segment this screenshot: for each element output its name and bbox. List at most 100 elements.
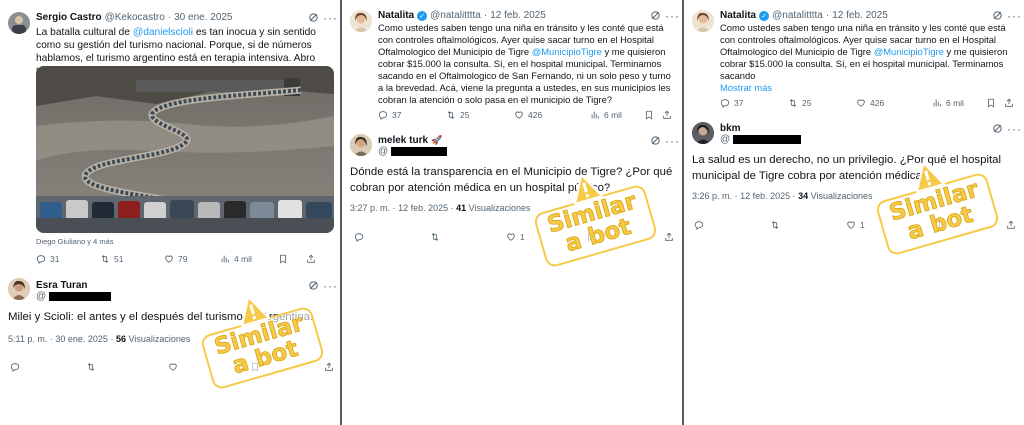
bookmark-button[interactable] [278,254,306,264]
like-button[interactable]: 426 [514,110,590,120]
more-options-icon[interactable]: ··· [1007,123,1022,135]
avatar[interactable] [8,12,30,34]
author-name[interactable]: Sergio Castro [36,12,102,23]
heart-icon [856,98,866,108]
reply-date[interactable]: 12 feb. 2025 [740,191,790,201]
tweet-text: Como ustedes saben tengo una niña en trá… [720,22,1018,94]
views-count: 4 mil [234,254,252,264]
reply-icon [720,98,730,108]
mention-link[interactable]: @MunicipioTigre [532,46,602,57]
like-count: 426 [870,98,885,108]
action-bar: 37 25 426 6 mil [720,98,1018,108]
tweet-date[interactable]: 30 ene. 2025 [174,12,232,23]
reply-date[interactable]: 30 ene. 2025 [55,334,108,344]
author-handle[interactable]: @ [378,146,388,157]
tweet-date[interactable]: 12 feb. 2025 [490,10,546,21]
more-options-icon[interactable]: ··· [323,280,338,292]
retweet-button[interactable]: 25 [446,110,514,120]
avatar[interactable] [350,10,372,32]
views-icon [932,98,942,108]
reply-time[interactable]: 3:26 p. m. [692,191,732,201]
reply-time[interactable]: 3:27 p. m. [350,203,390,213]
reply-time[interactable]: 5:11 p. m. [8,334,47,344]
reply-button[interactable] [694,220,770,230]
retweet-button[interactable] [430,232,506,242]
grok-icon[interactable] [308,280,319,291]
reply-button[interactable] [354,232,430,242]
retweet-button[interactable] [770,220,846,230]
like-button[interactable]: 79 [164,254,220,264]
author-handle[interactable]: @ [720,134,730,145]
reply-button[interactable]: 37 [720,98,788,108]
bookmark-button[interactable] [986,98,1004,108]
share-button[interactable] [324,362,334,372]
retweet-button[interactable]: 51 [100,254,164,264]
tweet-header: Sergio Castro @Kekocastro · 30 ene. 2025 [36,12,233,23]
like-button[interactable]: 426 [856,98,932,108]
grok-icon[interactable] [650,135,661,146]
reply-button[interactable] [10,362,86,372]
redaction-bar [391,147,448,156]
share-icon [1004,98,1014,108]
like-count: 1 [520,232,525,242]
reply-count: 37 [734,98,744,108]
share-button[interactable] [1004,98,1014,108]
share-button[interactable] [1006,220,1016,230]
photo-caption[interactable]: Diego Giuliano y 4 más [36,237,114,246]
views-button[interactable]: 4 mil [220,254,278,264]
retweet-icon [446,110,456,120]
action-bar: 31 51 79 4 mil [36,254,334,264]
reply-button[interactable]: 37 [378,110,446,120]
reply-date[interactable]: 12 feb. 2025 [398,203,448,213]
reply-icon [378,110,388,120]
share-button[interactable] [306,254,316,264]
similar-a-bot-stamp: Similar a bot [874,171,1001,257]
tweet-date[interactable]: 12 feb. 2025 [832,10,888,21]
author-name[interactable]: melek turk [378,135,428,146]
author-name[interactable]: bkm [720,123,741,134]
reply-button[interactable]: 31 [36,254,100,264]
views-button[interactable]: 6 mil [932,98,986,108]
mention-link[interactable]: @danielscioli [133,27,193,38]
avatar[interactable] [692,10,714,32]
more-options-icon[interactable]: ··· [665,135,680,147]
panel-2: Natalita ✓ @natalitttta · 12 feb. 2025 ·… [342,0,682,425]
more-options-icon[interactable]: ··· [1007,10,1022,22]
avatar[interactable] [692,122,714,144]
mention-link[interactable]: @MunicipioTigre [874,46,944,57]
separator-dot: · [450,203,454,213]
show-more-link[interactable]: Mostrar más [720,82,772,93]
author-handle[interactable]: @natalitttta [430,10,481,21]
author-name[interactable]: Esra Turan [36,280,88,291]
views-count: 56 [115,334,126,344]
retweet-button[interactable]: 25 [788,98,856,108]
bookmark-button[interactable] [644,110,662,120]
share-button[interactable] [664,232,674,242]
author-name[interactable]: Natalita [720,10,756,21]
grok-icon[interactable] [308,12,319,23]
author-handle[interactable]: @natalitttta [772,10,823,21]
grok-icon[interactable] [650,10,661,21]
more-options-icon[interactable]: ··· [323,12,338,24]
views-button[interactable]: 6 mil [590,110,644,120]
reply-icon [354,232,364,242]
bookmark-icon [644,110,654,120]
grok-icon[interactable] [992,10,1003,21]
avatar[interactable] [350,134,372,156]
author-handle[interactable]: @ [36,291,46,302]
views-icon [220,254,230,264]
mountain-road-image [36,66,334,233]
grok-icon[interactable] [992,123,1003,134]
views-count: 6 mil [604,110,622,120]
author-name[interactable]: Natalita [378,10,414,21]
retweet-button[interactable] [86,362,168,372]
share-button[interactable] [662,110,672,120]
text-segment: La batalla cultural de [36,27,133,38]
author-handle[interactable]: @Kekocastro [105,12,165,23]
share-icon [306,254,316,264]
avatar[interactable] [8,278,30,300]
heart-icon [506,232,516,242]
more-options-icon[interactable]: ··· [665,10,680,22]
tweet-photo[interactable] [36,66,334,233]
separator-dot: · [167,12,172,23]
